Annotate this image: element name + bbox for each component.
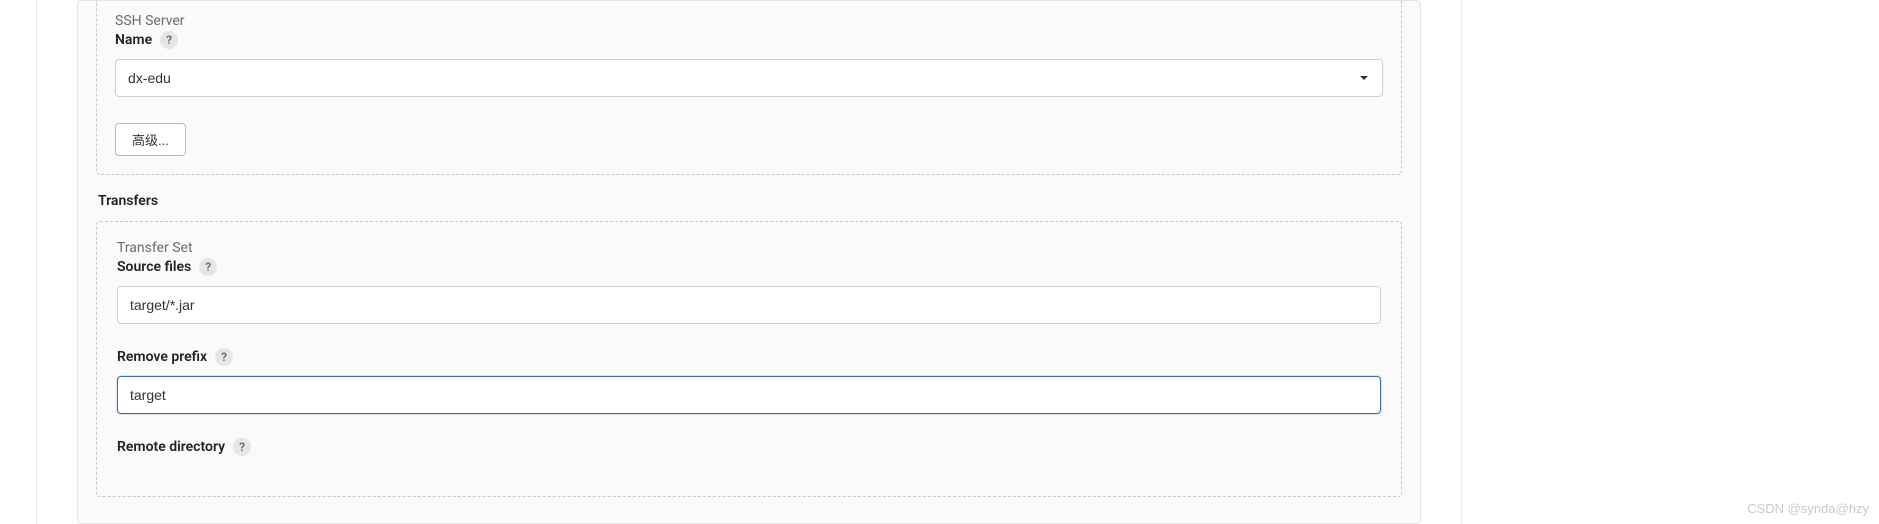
remote-directory-group: Remote directory ? bbox=[117, 438, 1381, 456]
help-icon[interactable]: ? bbox=[160, 31, 178, 49]
remove-prefix-label-row: Remove prefix ? bbox=[117, 348, 1381, 366]
remove-prefix-group: Remove prefix ? bbox=[117, 348, 1381, 414]
remove-prefix-label: Remove prefix bbox=[117, 349, 207, 365]
transfer-set-title: Transfer Set bbox=[117, 240, 1381, 256]
name-select[interactable]: dx-edu bbox=[115, 59, 1383, 97]
ssh-server-title: SSH Server bbox=[115, 13, 1383, 29]
name-label-row: Name ? bbox=[115, 31, 1383, 49]
source-files-label-row: Source files ? bbox=[117, 258, 1381, 276]
page-wrapper: SSH Server Name ? dx-edu 高级... Transfers… bbox=[77, 0, 1421, 524]
outer-container: SSH Server Name ? dx-edu 高级... Transfers… bbox=[36, 0, 1462, 524]
remote-directory-label-row: Remote directory ? bbox=[117, 438, 1381, 456]
source-files-label: Source files bbox=[117, 259, 191, 275]
ssh-server-panel: SSH Server Name ? dx-edu 高级... bbox=[96, 1, 1402, 175]
remove-prefix-input[interactable] bbox=[117, 376, 1381, 414]
help-icon[interactable]: ? bbox=[215, 348, 233, 366]
advanced-button[interactable]: 高级... bbox=[115, 123, 186, 156]
watermark: CSDN @synda@hzy bbox=[1747, 501, 1869, 516]
transfers-panel: Transfer Set Source files ? Remove prefi… bbox=[96, 221, 1402, 497]
help-icon[interactable]: ? bbox=[233, 438, 251, 456]
transfers-heading: Transfers bbox=[98, 193, 1402, 209]
name-label: Name bbox=[115, 32, 152, 48]
remote-directory-label: Remote directory bbox=[117, 439, 225, 455]
help-icon[interactable]: ? bbox=[199, 258, 217, 276]
source-files-group: Source files ? bbox=[117, 258, 1381, 324]
source-files-input[interactable] bbox=[117, 286, 1381, 324]
